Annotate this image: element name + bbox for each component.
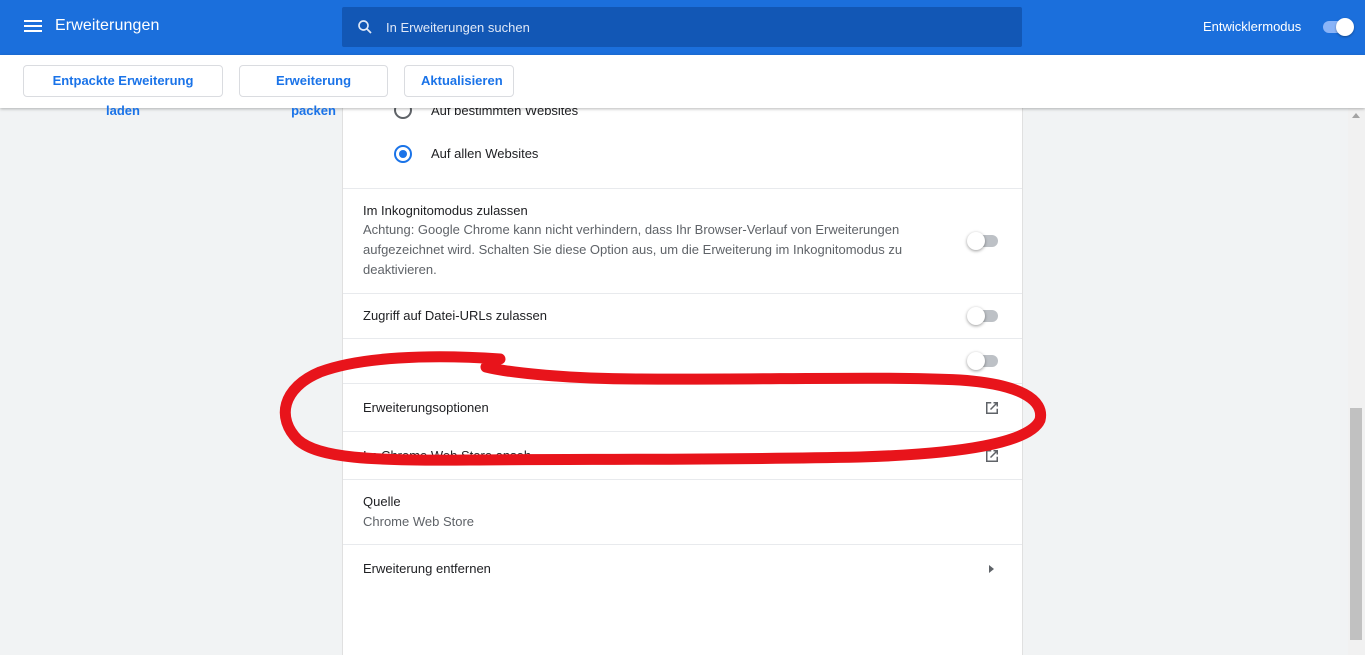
scroll-up-arrow-icon[interactable]: [1352, 113, 1360, 118]
source-value: Chrome Web Store: [363, 514, 475, 529]
devmode-toggle-knob: [1336, 18, 1354, 36]
search-input[interactable]: [386, 7, 1006, 47]
divider: [343, 188, 1022, 189]
pack-extension-button[interactable]: Erweiterung packen: [239, 65, 388, 118]
divider: [343, 431, 1022, 432]
divider: [343, 544, 1022, 545]
incognito-label: Im Inkognitomodus zulassen: [363, 203, 528, 218]
dev-toolbar: Entpackte Erweiterung laden Erweiterung …: [0, 55, 1365, 118]
open-in-new-icon[interactable]: [983, 399, 1001, 417]
page-title: Erweiterungen: [55, 17, 160, 34]
webstore-link-label[interactable]: Im Chrome Web Store anseh: [363, 448, 531, 463]
remove-extension-label[interactable]: Erweiterung entfernen: [363, 561, 491, 576]
extension-detail-card: Auf bestimmten Websites Auf allen Websit…: [342, 100, 1023, 655]
divider: [343, 479, 1022, 480]
radio-all-sites-label: Auf allen Websites: [431, 146, 539, 161]
divider: [343, 293, 1022, 294]
incognito-description: Achtung: Google Chrome kann nicht verhin…: [363, 222, 903, 277]
extension-options-label[interactable]: Erweiterungsoptionen: [363, 400, 489, 415]
open-in-new-icon[interactable]: [983, 447, 1001, 465]
search-icon: [358, 20, 372, 34]
chevron-right-icon[interactable]: [989, 565, 994, 573]
page-scrollbar[interactable]: [1348, 108, 1365, 655]
file-urls-label: Zugriff auf Datei-URLs zulassen: [363, 308, 548, 323]
devmode-label: Entwicklermodus: [1203, 19, 1302, 34]
radio-all-sites[interactable]: [394, 145, 412, 163]
devmode-toggle[interactable]: [1322, 17, 1354, 37]
divider: [343, 383, 1022, 384]
update-button[interactable]: Aktualisieren: [404, 65, 514, 97]
file-urls-toggle[interactable]: [967, 306, 1001, 326]
top-bar: Erweiterungen Entwicklermodus: [0, 0, 1365, 55]
menu-icon[interactable]: [22, 17, 44, 37]
source-label: Quelle: [363, 494, 401, 509]
load-unpacked-button[interactable]: Entpackte Erweiterung laden: [23, 65, 223, 118]
incognito-toggle[interactable]: [967, 231, 1001, 251]
divider: [343, 338, 1022, 339]
scrollbar-thumb[interactable]: [1350, 408, 1362, 640]
obscured-toggle[interactable]: [967, 351, 1001, 371]
search-box[interactable]: [342, 7, 1022, 47]
